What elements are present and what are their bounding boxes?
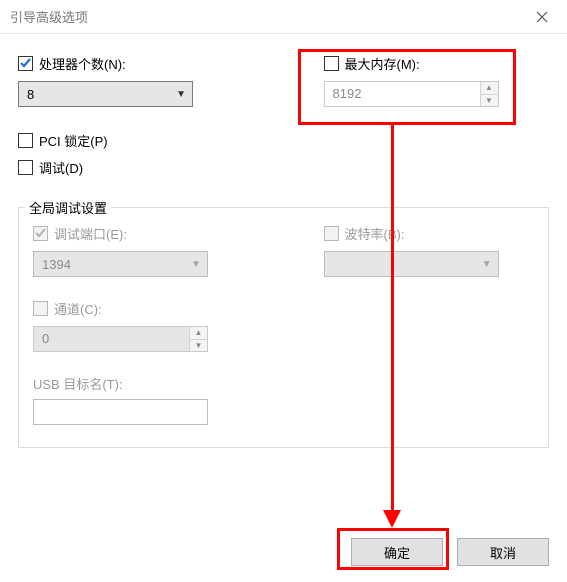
group-legend: 全局调试设置	[25, 198, 111, 217]
checkbox-pci-lock[interactable]	[18, 133, 33, 148]
label-max-memory: 最大内存(M):	[345, 54, 420, 73]
spinner-up-icon[interactable]: ▲	[481, 82, 498, 95]
label-debug: 调试(D)	[39, 158, 83, 177]
checkbox-baud-rate	[324, 226, 339, 241]
spinner-down-icon[interactable]: ▼	[481, 95, 498, 107]
global-debug-group: 全局调试设置 调试端口(E): 1394 ▼ 波特率(B):	[18, 207, 549, 448]
label-debug-port: 调试端口(E):	[54, 224, 127, 243]
max-memory-value: 8192	[325, 82, 480, 106]
label-processor-count: 处理器个数(N):	[39, 54, 126, 73]
checkbox-debug-port	[33, 226, 48, 241]
window-title: 引导高级选项	[10, 7, 88, 26]
ok-button-label: 确定	[384, 543, 410, 562]
chevron-down-icon: ▼	[176, 89, 186, 100]
chevron-down-icon: ▼	[482, 259, 492, 270]
processor-count-value: 8	[27, 87, 34, 102]
label-pci-lock: PCI 锁定(P)	[39, 131, 108, 150]
checkbox-channel	[33, 301, 48, 316]
processor-count-select[interactable]: 8 ▼	[18, 81, 193, 107]
close-icon[interactable]	[527, 2, 557, 32]
baud-rate-select: ▼	[324, 251, 499, 277]
cancel-button[interactable]: 取消	[457, 538, 549, 566]
label-baud-rate: 波特率(B):	[345, 224, 405, 243]
debug-port-select: 1394 ▼	[33, 251, 208, 277]
max-memory-spinner[interactable]: 8192 ▲ ▼	[324, 81, 499, 107]
label-usb-target: USB 目标名(T):	[33, 374, 534, 393]
checkbox-max-memory[interactable]	[324, 56, 339, 71]
spinner-up-icon: ▲	[190, 327, 207, 340]
usb-target-input	[33, 399, 208, 425]
spinner-down-icon: ▼	[190, 340, 207, 352]
checkbox-processor-count[interactable]	[18, 56, 33, 71]
channel-value: 0	[34, 327, 189, 351]
checkbox-debug[interactable]	[18, 160, 33, 175]
label-channel: 通道(C):	[54, 299, 102, 318]
debug-port-value: 1394	[42, 257, 71, 272]
cancel-button-label: 取消	[490, 543, 516, 562]
channel-spinner: 0 ▲ ▼	[33, 326, 208, 352]
ok-button[interactable]: 确定	[351, 538, 443, 566]
chevron-down-icon: ▼	[191, 259, 201, 270]
